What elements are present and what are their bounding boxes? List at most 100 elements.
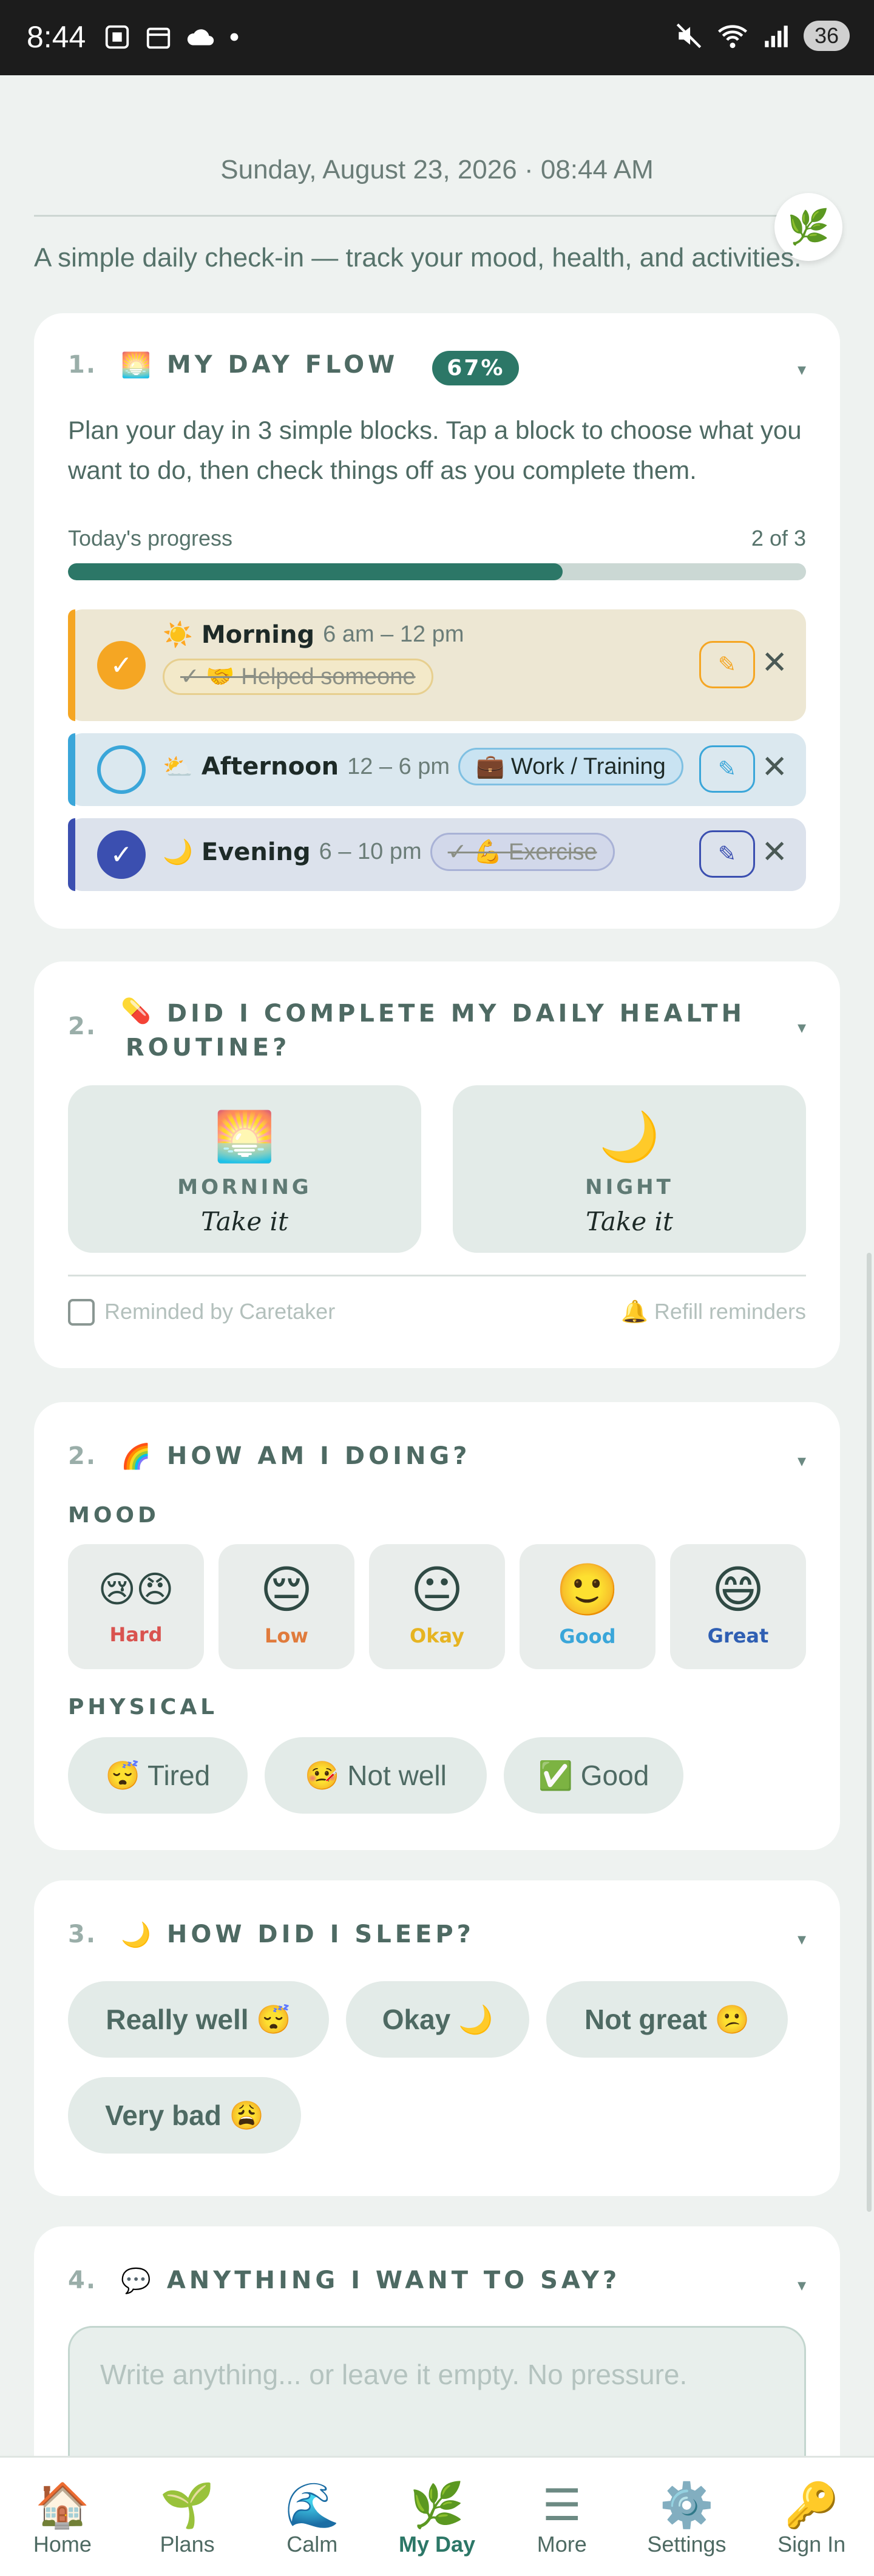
nav-label: More bbox=[537, 2532, 587, 2557]
sleep-option-not-great[interactable]: Not great 😕 bbox=[546, 1981, 788, 2058]
chevron-down-icon[interactable]: ▾ bbox=[798, 1451, 806, 1471]
mood-label: Good bbox=[559, 1625, 616, 1648]
cloud-icon bbox=[187, 29, 214, 46]
edit-button[interactable]: ✎ bbox=[699, 641, 755, 688]
close-icon[interactable]: ✕ bbox=[761, 645, 788, 681]
progress-badge: 67% bbox=[432, 351, 520, 385]
mood-emoji-icon: 😐 bbox=[410, 1560, 464, 1619]
pencil-icon: ✎ bbox=[717, 756, 737, 782]
nav-my-day[interactable]: 🌿 My Day bbox=[374, 2458, 500, 2576]
pill-icon: 💊 bbox=[121, 997, 155, 1025]
signal-icon bbox=[765, 25, 788, 47]
battery-indicator: 36 bbox=[803, 21, 850, 51]
block-name: Afternoon bbox=[201, 753, 339, 781]
say-header[interactable]: 4. 💬 ANYTHING I WANT TO SAY? bbox=[68, 2266, 620, 2295]
nav-label: My Day bbox=[398, 2532, 476, 2557]
pencil-icon: ✎ bbox=[717, 652, 737, 677]
section-number: 4. bbox=[68, 2266, 97, 2294]
rainbow-icon: 🌈 bbox=[121, 1443, 155, 1471]
physical-tired[interactable]: 😴 Tired bbox=[68, 1737, 248, 1814]
routine-night-tile[interactable]: 🌙 NIGHT Take it bbox=[453, 1085, 806, 1253]
block-name: Morning bbox=[201, 620, 315, 649]
progress-fill bbox=[68, 563, 563, 580]
nav-calm[interactable]: 🌊 Calm bbox=[249, 2458, 374, 2576]
activity-chip[interactable]: 💼 Work / Training bbox=[458, 748, 683, 785]
mood-label: Great bbox=[707, 1624, 769, 1647]
seedling-icon: 🌱 bbox=[160, 2479, 215, 2530]
routine-value: Take it bbox=[586, 1207, 673, 1236]
mood-great[interactable]: 😄 Great bbox=[670, 1544, 806, 1669]
mood-label: Okay bbox=[410, 1624, 464, 1647]
close-icon[interactable]: ✕ bbox=[761, 834, 788, 870]
nav-label: Plans bbox=[160, 2532, 215, 2557]
sleep-card: 3. 🌙 HOW DID I SLEEP? ▾ Really well 😴 Ok… bbox=[34, 1880, 840, 2196]
screenshot-icon bbox=[105, 25, 129, 49]
day-flow-header[interactable]: 1. 🌅 MY DAY FLOW 67% bbox=[68, 351, 520, 385]
mood-hard[interactable]: 😢😠 Hard bbox=[68, 1544, 204, 1669]
chevron-down-icon[interactable]: ▾ bbox=[798, 1017, 806, 1037]
sleep-option-very-bad[interactable]: Very bad 😩 bbox=[68, 2077, 301, 2154]
nav-label: Calm bbox=[286, 2532, 338, 2557]
nav-settings[interactable]: ⚙️ Settings bbox=[625, 2458, 750, 2576]
physical-good[interactable]: ✅ Good bbox=[504, 1737, 683, 1814]
section-title: ANYTHING I WANT TO SAY? bbox=[166, 2266, 621, 2294]
mood-emoji-icon: 🙂 bbox=[555, 1560, 620, 1619]
section-title: HOW DID I SLEEP? bbox=[166, 1920, 475, 1948]
divider bbox=[34, 215, 805, 217]
herb-icon: 🌿 bbox=[410, 2479, 464, 2530]
doing-card: 2. 🌈 HOW AM I DOING? ▾ MOOD 😢😠 Hard 😔 Low 😐 O… bbox=[34, 1402, 840, 1850]
check-icon[interactable]: ✓ bbox=[97, 641, 146, 690]
nav-plans[interactable]: 🌱 Plans bbox=[125, 2458, 250, 2576]
nav-home[interactable]: 🏠 Home bbox=[0, 2458, 125, 2576]
mood-emoji-icon: 😢😠 bbox=[98, 1568, 174, 1611]
scrollbar[interactable] bbox=[867, 1253, 872, 2212]
sleep-header[interactable]: 3. 🌙 HOW DID I SLEEP? bbox=[68, 1920, 475, 1949]
status-right-icons: 36 bbox=[674, 21, 850, 51]
routine-morning-tile[interactable]: 🌅 MORNING Take it bbox=[68, 1085, 421, 1253]
section-number: 3. bbox=[68, 1920, 97, 1948]
chevron-down-icon[interactable]: ▾ bbox=[798, 359, 806, 379]
pencil-icon: ✎ bbox=[717, 841, 737, 867]
status-left-icons bbox=[103, 23, 239, 51]
section-title-line2: ROUTINE? bbox=[125, 1034, 291, 1062]
routine-label: MORNING bbox=[177, 1175, 312, 1199]
chevron-down-icon[interactable]: ▾ bbox=[798, 2275, 806, 2295]
activity-chip[interactable]: ✓ 💪 Exercise bbox=[430, 833, 615, 871]
mood-label: Hard bbox=[109, 1623, 163, 1646]
physical-not-well[interactable]: 🤒 Not well bbox=[265, 1737, 487, 1814]
block-morning[interactable]: ✓ ☀️ Morning 6 am – 12 pm ✓ 🤝 Helped som… bbox=[68, 609, 806, 721]
close-icon[interactable]: ✕ bbox=[761, 749, 788, 785]
mood-low[interactable]: 😔 Low bbox=[218, 1544, 354, 1669]
activity-chip[interactable]: ✓ 🤝 Helped someone bbox=[163, 659, 433, 695]
mood-good[interactable]: 🙂 Good bbox=[520, 1544, 656, 1669]
menu-icon: ☰ bbox=[542, 2479, 581, 2530]
section-title: HOW AM I DOING? bbox=[166, 1442, 471, 1470]
speech-bubble-icon: 💬 bbox=[121, 2267, 155, 2295]
edit-button[interactable]: ✎ bbox=[699, 745, 755, 793]
sleep-option-really-well[interactable]: Really well 😴 bbox=[68, 1981, 329, 2058]
nav-more[interactable]: ☰ More bbox=[500, 2458, 625, 2576]
doing-header[interactable]: 2. 🌈 HOW AM I DOING? bbox=[68, 1442, 470, 1471]
moon-icon: 🌙 bbox=[599, 1108, 660, 1165]
mood-okay[interactable]: 😐 Okay bbox=[369, 1544, 505, 1669]
nav-label: Sign In bbox=[777, 2532, 846, 2557]
activity-chip-wrap: ✓ 🤝 Helped someone bbox=[163, 659, 433, 695]
check-icon[interactable]: ✓ bbox=[97, 830, 146, 879]
section-title: MY DAY FLOW bbox=[166, 351, 399, 379]
health-card: 2. 💊 DID I COMPLETE MY DAILY HEALTH ROUT… bbox=[34, 961, 840, 1368]
mood-emoji-icon: 😄 bbox=[711, 1560, 765, 1619]
dot-icon bbox=[230, 33, 239, 41]
section-number: 2. bbox=[68, 1442, 97, 1470]
refill-reminders-link[interactable]: 🔔 Refill reminders bbox=[621, 1299, 806, 1324]
mood-label: MOOD bbox=[68, 1503, 160, 1528]
block-evening[interactable]: ✓ 🌙 Evening 6 – 10 pm ✓ 💪 Exercise ✎ ✕ bbox=[68, 818, 806, 891]
section-number: 1. bbox=[68, 351, 97, 379]
check-icon[interactable] bbox=[97, 745, 146, 794]
edit-button[interactable]: ✎ bbox=[699, 830, 755, 878]
nav-sign-in[interactable]: 🔑 Sign In bbox=[749, 2458, 874, 2576]
reminded-checkbox[interactable] bbox=[68, 1299, 95, 1326]
health-header[interactable]: 2. 💊 DID I COMPLETE MY DAILY HEALTH ROUT… bbox=[68, 997, 745, 1065]
block-afternoon[interactable]: ⛅ Afternoon 12 – 6 pm 💼 Work / Training … bbox=[68, 733, 806, 806]
chevron-down-icon[interactable]: ▾ bbox=[798, 1929, 806, 1949]
sleep-option-okay[interactable]: Okay 🌙 bbox=[346, 1981, 529, 2058]
